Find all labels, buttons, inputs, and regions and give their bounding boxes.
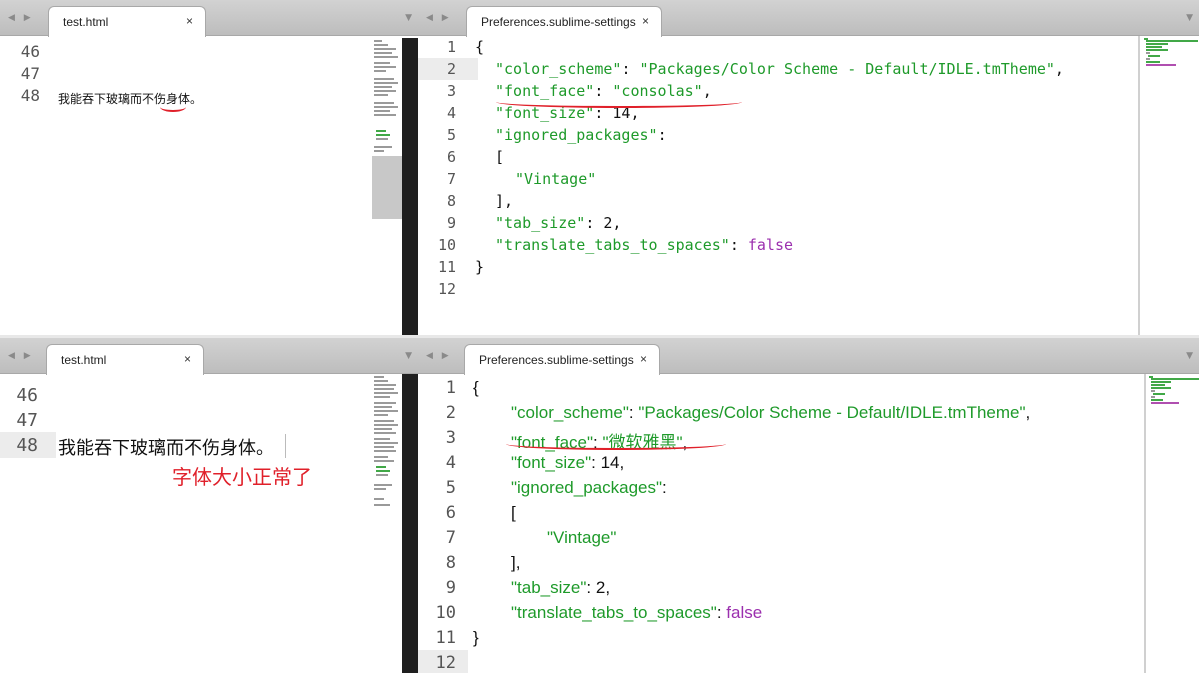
code-line-2: "color_scheme": "Packages/Color Scheme -… xyxy=(495,60,1064,78)
line-number: 11 xyxy=(435,628,456,648)
tab-nav-arrows-icon[interactable]: ◀ ▶ xyxy=(426,351,452,361)
code-line-9: "tab_size": 2, xyxy=(511,578,611,597)
red-underline-mark xyxy=(496,96,742,108)
tab-dropdown-icon[interactable]: ▼ xyxy=(1186,13,1193,23)
line-number: 48 xyxy=(16,435,38,456)
bottom-right-editor-pane: ◀ ▶ Preferences.sublime-settings × ▼ 1 2… xyxy=(418,338,1199,673)
tab-bar: ◀ ▶ Preferences.sublime-settings × ▼ xyxy=(418,338,1199,375)
red-underline-mark xyxy=(160,102,186,112)
line-number: 48 xyxy=(20,86,40,105)
code-line-10: "translate_tabs_to_spaces": false xyxy=(495,236,794,254)
line-number: 47 xyxy=(20,64,40,83)
line-number: 12 xyxy=(437,280,456,298)
annotation-text: 字体大小正常了 xyxy=(172,465,312,489)
code-line-1: { xyxy=(475,38,485,56)
vertical-scrollbar[interactable] xyxy=(402,38,418,335)
line-number: 3 xyxy=(445,428,456,448)
line-number: 2 xyxy=(446,60,456,78)
code-area[interactable]: { "color_scheme": "Packages/Color Scheme… xyxy=(473,374,1143,673)
line-number: 6 xyxy=(446,148,456,166)
code-line-1: { xyxy=(473,378,479,397)
code-line-7: "Vintage" xyxy=(515,170,597,188)
minimap[interactable] xyxy=(1142,38,1198,98)
line-48-text[interactable]: 我能吞下玻璃而不伤身体。 xyxy=(58,434,274,460)
line-gutter: 1 2 3 4 5 6 7 8 9 10 11 12 xyxy=(418,36,456,333)
line-number: 10 xyxy=(437,236,456,254)
line-number: 6 xyxy=(445,503,456,523)
code-line-7: "Vintage" xyxy=(547,528,617,547)
line-number: 3 xyxy=(446,82,456,100)
code-line-2: "color_scheme": "Packages/Color Scheme -… xyxy=(511,403,1031,422)
line-number: 46 xyxy=(20,42,40,61)
close-icon[interactable]: × xyxy=(186,14,193,28)
line-number: 4 xyxy=(446,104,456,122)
close-icon[interactable]: × xyxy=(642,14,649,28)
red-underline-mark xyxy=(506,438,726,450)
code-line-11: } xyxy=(475,258,485,276)
tab-nav-arrows-icon[interactable]: ◀ ▶ xyxy=(8,351,34,361)
line-gutter: 1 2 3 4 5 6 7 8 9 10 11 12 xyxy=(418,374,456,673)
text-caret xyxy=(285,434,286,458)
code-line-10: "translate_tabs_to_spaces": false xyxy=(511,603,763,622)
minimap-divider xyxy=(1144,374,1146,673)
line-gutter: 46 47 48 xyxy=(0,374,38,671)
tab-bar: ◀ ▶ Preferences.sublime-settings × ▼ xyxy=(418,0,1199,37)
tab-label: test.html xyxy=(61,353,107,367)
minimap[interactable] xyxy=(372,374,402,673)
minimap[interactable] xyxy=(1147,376,1199,436)
line-number: 1 xyxy=(446,38,456,56)
close-icon[interactable]: × xyxy=(640,352,647,366)
code-line-11: } xyxy=(473,628,479,647)
top-right-editor-pane: ◀ ▶ Preferences.sublime-settings × ▼ 1 2… xyxy=(418,0,1199,335)
line-number: 7 xyxy=(446,170,456,188)
code-line-4: "font_size": 14, xyxy=(511,453,625,472)
horizontal-divider xyxy=(0,335,1199,338)
line-number: 2 xyxy=(445,403,456,423)
line-number: 46 xyxy=(16,385,38,406)
tab-nav-arrows-icon[interactable]: ◀ ▶ xyxy=(426,13,452,23)
line-gutter: 46 47 48 xyxy=(0,38,40,335)
code-line-8: ], xyxy=(511,553,521,572)
line-number: 4 xyxy=(445,453,456,473)
tab-label: test.html xyxy=(63,15,109,29)
line-number: 5 xyxy=(446,126,456,144)
tab-preferences[interactable]: Preferences.sublime-settings × xyxy=(464,344,660,375)
tab-nav-arrows-icon[interactable]: ◀ ▶ xyxy=(8,13,34,23)
minimap-divider xyxy=(1138,36,1140,335)
line-number: 9 xyxy=(446,214,456,232)
minimap[interactable] xyxy=(372,38,402,335)
code-line-6: [ xyxy=(511,503,516,522)
code-line-8: ], xyxy=(495,192,514,210)
tab-bar: ◀ ▶ test.html × ▼ xyxy=(0,0,418,37)
tab-label: Preferences.sublime-settings xyxy=(479,353,634,367)
close-icon[interactable]: × xyxy=(184,352,191,366)
line-number: 8 xyxy=(446,192,456,210)
tab-dropdown-icon[interactable]: ▼ xyxy=(405,13,412,23)
code-line-5: "ignored_packages": xyxy=(495,126,667,144)
vertical-scrollbar[interactable] xyxy=(402,374,418,673)
code-line-9: "tab_size": 2, xyxy=(495,214,622,232)
bottom-left-editor-pane: ◀ ▶ test.html × ▼ 46 47 48 我能吞下玻璃而不伤身体。 … xyxy=(0,338,418,673)
minimap-viewport[interactable] xyxy=(372,156,402,219)
line-number: 1 xyxy=(445,378,456,398)
line-number: 10 xyxy=(435,603,456,623)
code-area[interactable]: { "color_scheme": "Packages/Color Scheme… xyxy=(475,36,1135,333)
line-number: 11 xyxy=(437,258,456,276)
tab-bar: ◀ ▶ test.html × ▼ xyxy=(0,338,418,375)
line-number: 47 xyxy=(16,410,38,431)
tab-dropdown-icon[interactable]: ▼ xyxy=(405,351,412,361)
code-line-6: [ xyxy=(495,148,505,166)
line-number: 7 xyxy=(445,528,456,548)
code-line-5: "ignored_packages": xyxy=(511,478,667,497)
line-number: 9 xyxy=(445,578,456,598)
tab-dropdown-icon[interactable]: ▼ xyxy=(1186,351,1193,361)
top-left-editor-pane: ◀ ▶ test.html × ▼ 46 47 48 我能吞下玻璃而不伤身体。 xyxy=(0,0,418,335)
line-number: 5 xyxy=(445,478,456,498)
tab-label: Preferences.sublime-settings xyxy=(481,15,636,29)
tab-test-html[interactable]: test.html × xyxy=(46,344,204,375)
line-number: 8 xyxy=(445,553,456,573)
tab-preferences[interactable]: Preferences.sublime-settings × xyxy=(466,6,662,37)
tab-test-html[interactable]: test.html × xyxy=(48,6,206,37)
line-number: 12 xyxy=(435,653,456,673)
